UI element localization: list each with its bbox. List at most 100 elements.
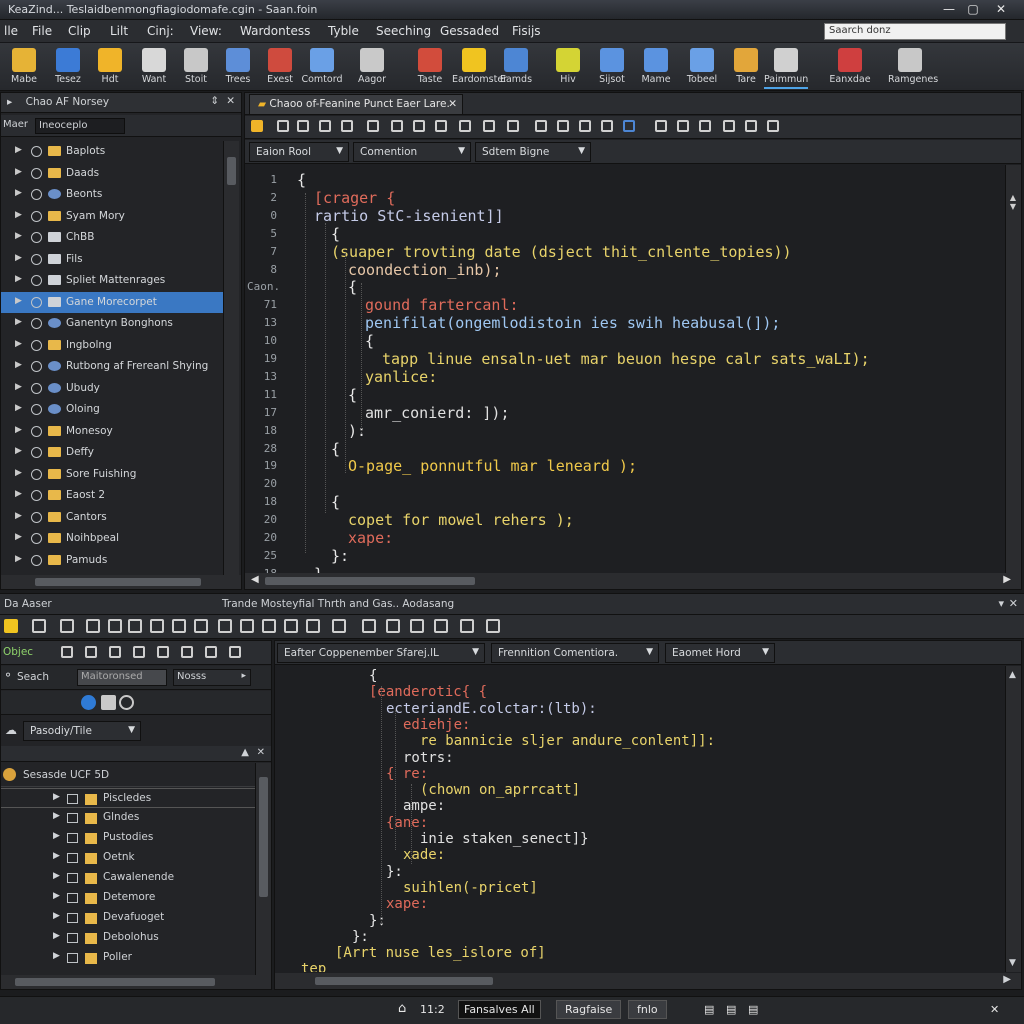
tree-item[interactable]: ▶ Noihbpeal <box>1 528 223 549</box>
bottom-tool-icon[interactable] <box>434 619 448 633</box>
toolbar-button[interactable]: Comtord <box>300 45 344 89</box>
toolbar-button[interactable]: Want <box>132 45 176 89</box>
editor-hscrollbar[interactable]: ◀ ▶ <box>245 573 1021 589</box>
editor-tool-icon[interactable] <box>579 120 591 132</box>
checkbox-icon[interactable] <box>67 933 78 943</box>
menu-item[interactable]: View: <box>190 24 222 38</box>
bottom-tool-icon[interactable] <box>218 619 232 633</box>
expand-arrow-icon[interactable]: ▶ <box>15 188 22 198</box>
combo-filter[interactable]: Nosss ▸ <box>173 669 251 686</box>
maximize-button[interactable]: ▢ <box>962 1 984 18</box>
checkbox-icon[interactable] <box>67 893 78 903</box>
pin-icon[interactable]: ⇕ <box>210 95 219 107</box>
menu-item[interactable]: Gessaded <box>440 24 499 38</box>
secondary-code-area[interactable]: {[eanderotic{ {ecteriandE.colctar:(ltb):… <box>275 666 1005 972</box>
pin-icon[interactable]: ▲ <box>241 747 249 758</box>
tree-item[interactable]: ▶ Beonts <box>1 184 223 205</box>
toolbar-button[interactable]: Tesez <box>46 45 90 89</box>
expand-arrow-icon[interactable]: ▶ <box>15 489 22 499</box>
object-tree-item[interactable]: ▶ Detemore <box>1 888 255 908</box>
toolbar-button[interactable]: Eamds <box>494 45 538 89</box>
combo-element[interactable]: Eaomet Hord ▼ <box>665 643 775 663</box>
bottom-tool-icon[interactable] <box>460 619 474 633</box>
menu-item[interactable]: Fisijs <box>512 24 541 38</box>
toolbar-button[interactable]: Mame <box>634 45 678 89</box>
expand-arrow-icon[interactable]: ▶ <box>15 339 22 349</box>
bottom-tool-icon[interactable] <box>262 619 276 633</box>
hscroll-thumb[interactable] <box>265 577 475 585</box>
expand-arrow-icon[interactable]: ▶ <box>53 811 60 821</box>
editor-tool-icon[interactable] <box>483 120 495 132</box>
bottom-tool-icon[interactable] <box>128 619 142 633</box>
expand-arrow-icon[interactable]: ▶ <box>15 403 22 413</box>
object-tool-icon[interactable] <box>85 646 97 658</box>
checkbox-icon[interactable] <box>67 913 78 923</box>
expand-arrow-icon[interactable]: ▶ <box>15 231 22 241</box>
object-tree-item[interactable]: ▶ Devafuoget <box>1 908 255 928</box>
toolbar-button[interactable]: Taste <box>408 45 452 89</box>
editor-tool-icon[interactable] <box>459 120 471 132</box>
editor-tool-icon[interactable] <box>391 120 403 132</box>
bottom-tool-icon[interactable] <box>306 619 320 633</box>
editor-tool-icon[interactable] <box>601 120 613 132</box>
toolbar-button[interactable]: Sijsot <box>590 45 634 89</box>
page-icon[interactable]: ▤ <box>726 1003 736 1016</box>
tree-root[interactable]: Sesasde UCF 5D <box>1 763 255 787</box>
editor-tool-icon[interactable] <box>367 120 379 132</box>
expand-arrow-icon[interactable]: ▶ <box>53 931 60 941</box>
editor-scrollbar[interactable]: ▲ ▼ <box>1005 165 1021 573</box>
menu-item[interactable]: Tyble <box>328 24 359 38</box>
menu-item[interactable]: Clip <box>68 24 91 38</box>
editor-tool-icon[interactable] <box>557 120 569 132</box>
bottom-tool-icon[interactable] <box>150 619 164 633</box>
bottom-tool-icon[interactable] <box>332 619 346 633</box>
checkbox-icon[interactable] <box>67 813 78 823</box>
code-area[interactable]: 1 {2 [crager {0 rartio StC-isenient]] 5 {7 (su… <box>245 165 1005 573</box>
object-tool-icon[interactable] <box>157 646 169 658</box>
pin-icon[interactable]: ▾ <box>998 597 1004 610</box>
globe-icon[interactable] <box>81 695 96 710</box>
bottom-tool-icon[interactable] <box>284 619 298 633</box>
close-icon[interactable]: ✕ <box>990 1003 999 1016</box>
tree-hscrollbar[interactable] <box>1 575 241 589</box>
expand-arrow-icon[interactable]: ▶ <box>15 382 22 392</box>
hscroll-thumb[interactable] <box>315 977 493 985</box>
editor-tool-icon[interactable] <box>767 120 779 132</box>
toolbar-button[interactable]: Paimmun <box>764 45 808 89</box>
status-button-all[interactable]: Fansalves All <box>458 1000 541 1019</box>
object-scrollbar[interactable] <box>255 763 271 975</box>
expand-arrow-icon[interactable]: ▶ <box>15 145 22 155</box>
combo-system[interactable]: Sdtem Bigne ▼ <box>475 142 591 162</box>
object-tree-item[interactable]: ▶ Cawalenende <box>1 868 255 888</box>
tree-item[interactable]: ▶ Rutbong af Frereanl Shying <box>1 356 223 377</box>
combo-connection[interactable]: Comention ▼ <box>353 142 471 162</box>
expand-arrow-icon[interactable]: ▶ <box>53 831 60 841</box>
expand-arrow-icon[interactable]: ▶ <box>53 871 60 881</box>
object-tool-icon[interactable] <box>61 646 73 658</box>
bottom-tool-icon[interactable] <box>362 619 376 633</box>
filter-input[interactable]: Ineoceplo <box>35 118 125 134</box>
expand-arrow-icon[interactable]: ▶ <box>15 511 22 521</box>
close-panel-icon[interactable]: ✕ <box>257 747 265 758</box>
tree-item[interactable]: ▶ Sore Fuishing <box>1 464 223 485</box>
toolbar-button[interactable]: Trees <box>216 45 260 89</box>
object-tree-item[interactable]: ▶ Piscledes <box>1 788 255 808</box>
bottom-tool-icon[interactable] <box>194 619 208 633</box>
hscroll-thumb[interactable] <box>15 978 215 986</box>
split-icon[interactable]: ▲ ▼ <box>1007 193 1019 229</box>
checkbox-icon[interactable] <box>67 873 78 883</box>
tree-scrollbar[interactable] <box>223 141 239 575</box>
object-tree-item[interactable]: ▶ Glndes <box>1 808 255 828</box>
search-input[interactable]: Maitoronsed <box>77 669 167 686</box>
editor-tool-icon[interactable] <box>507 120 519 132</box>
expand-arrow-icon[interactable]: ▶ <box>53 951 60 961</box>
toolbar-button[interactable]: Stoit <box>174 45 218 89</box>
minimize-button[interactable]: — <box>938 1 960 18</box>
bottom-tool-icon[interactable] <box>60 619 74 633</box>
tree-item[interactable]: ▶ Pamuds <box>1 550 223 571</box>
editor-tool-icon[interactable] <box>655 120 667 132</box>
editor-tool-icon[interactable] <box>699 120 711 132</box>
tree-item[interactable]: ▶ Eaost 2 <box>1 485 223 506</box>
secondary-hscrollbar[interactable]: ▶ <box>275 973 1021 989</box>
checkbox-icon[interactable] <box>67 853 78 863</box>
